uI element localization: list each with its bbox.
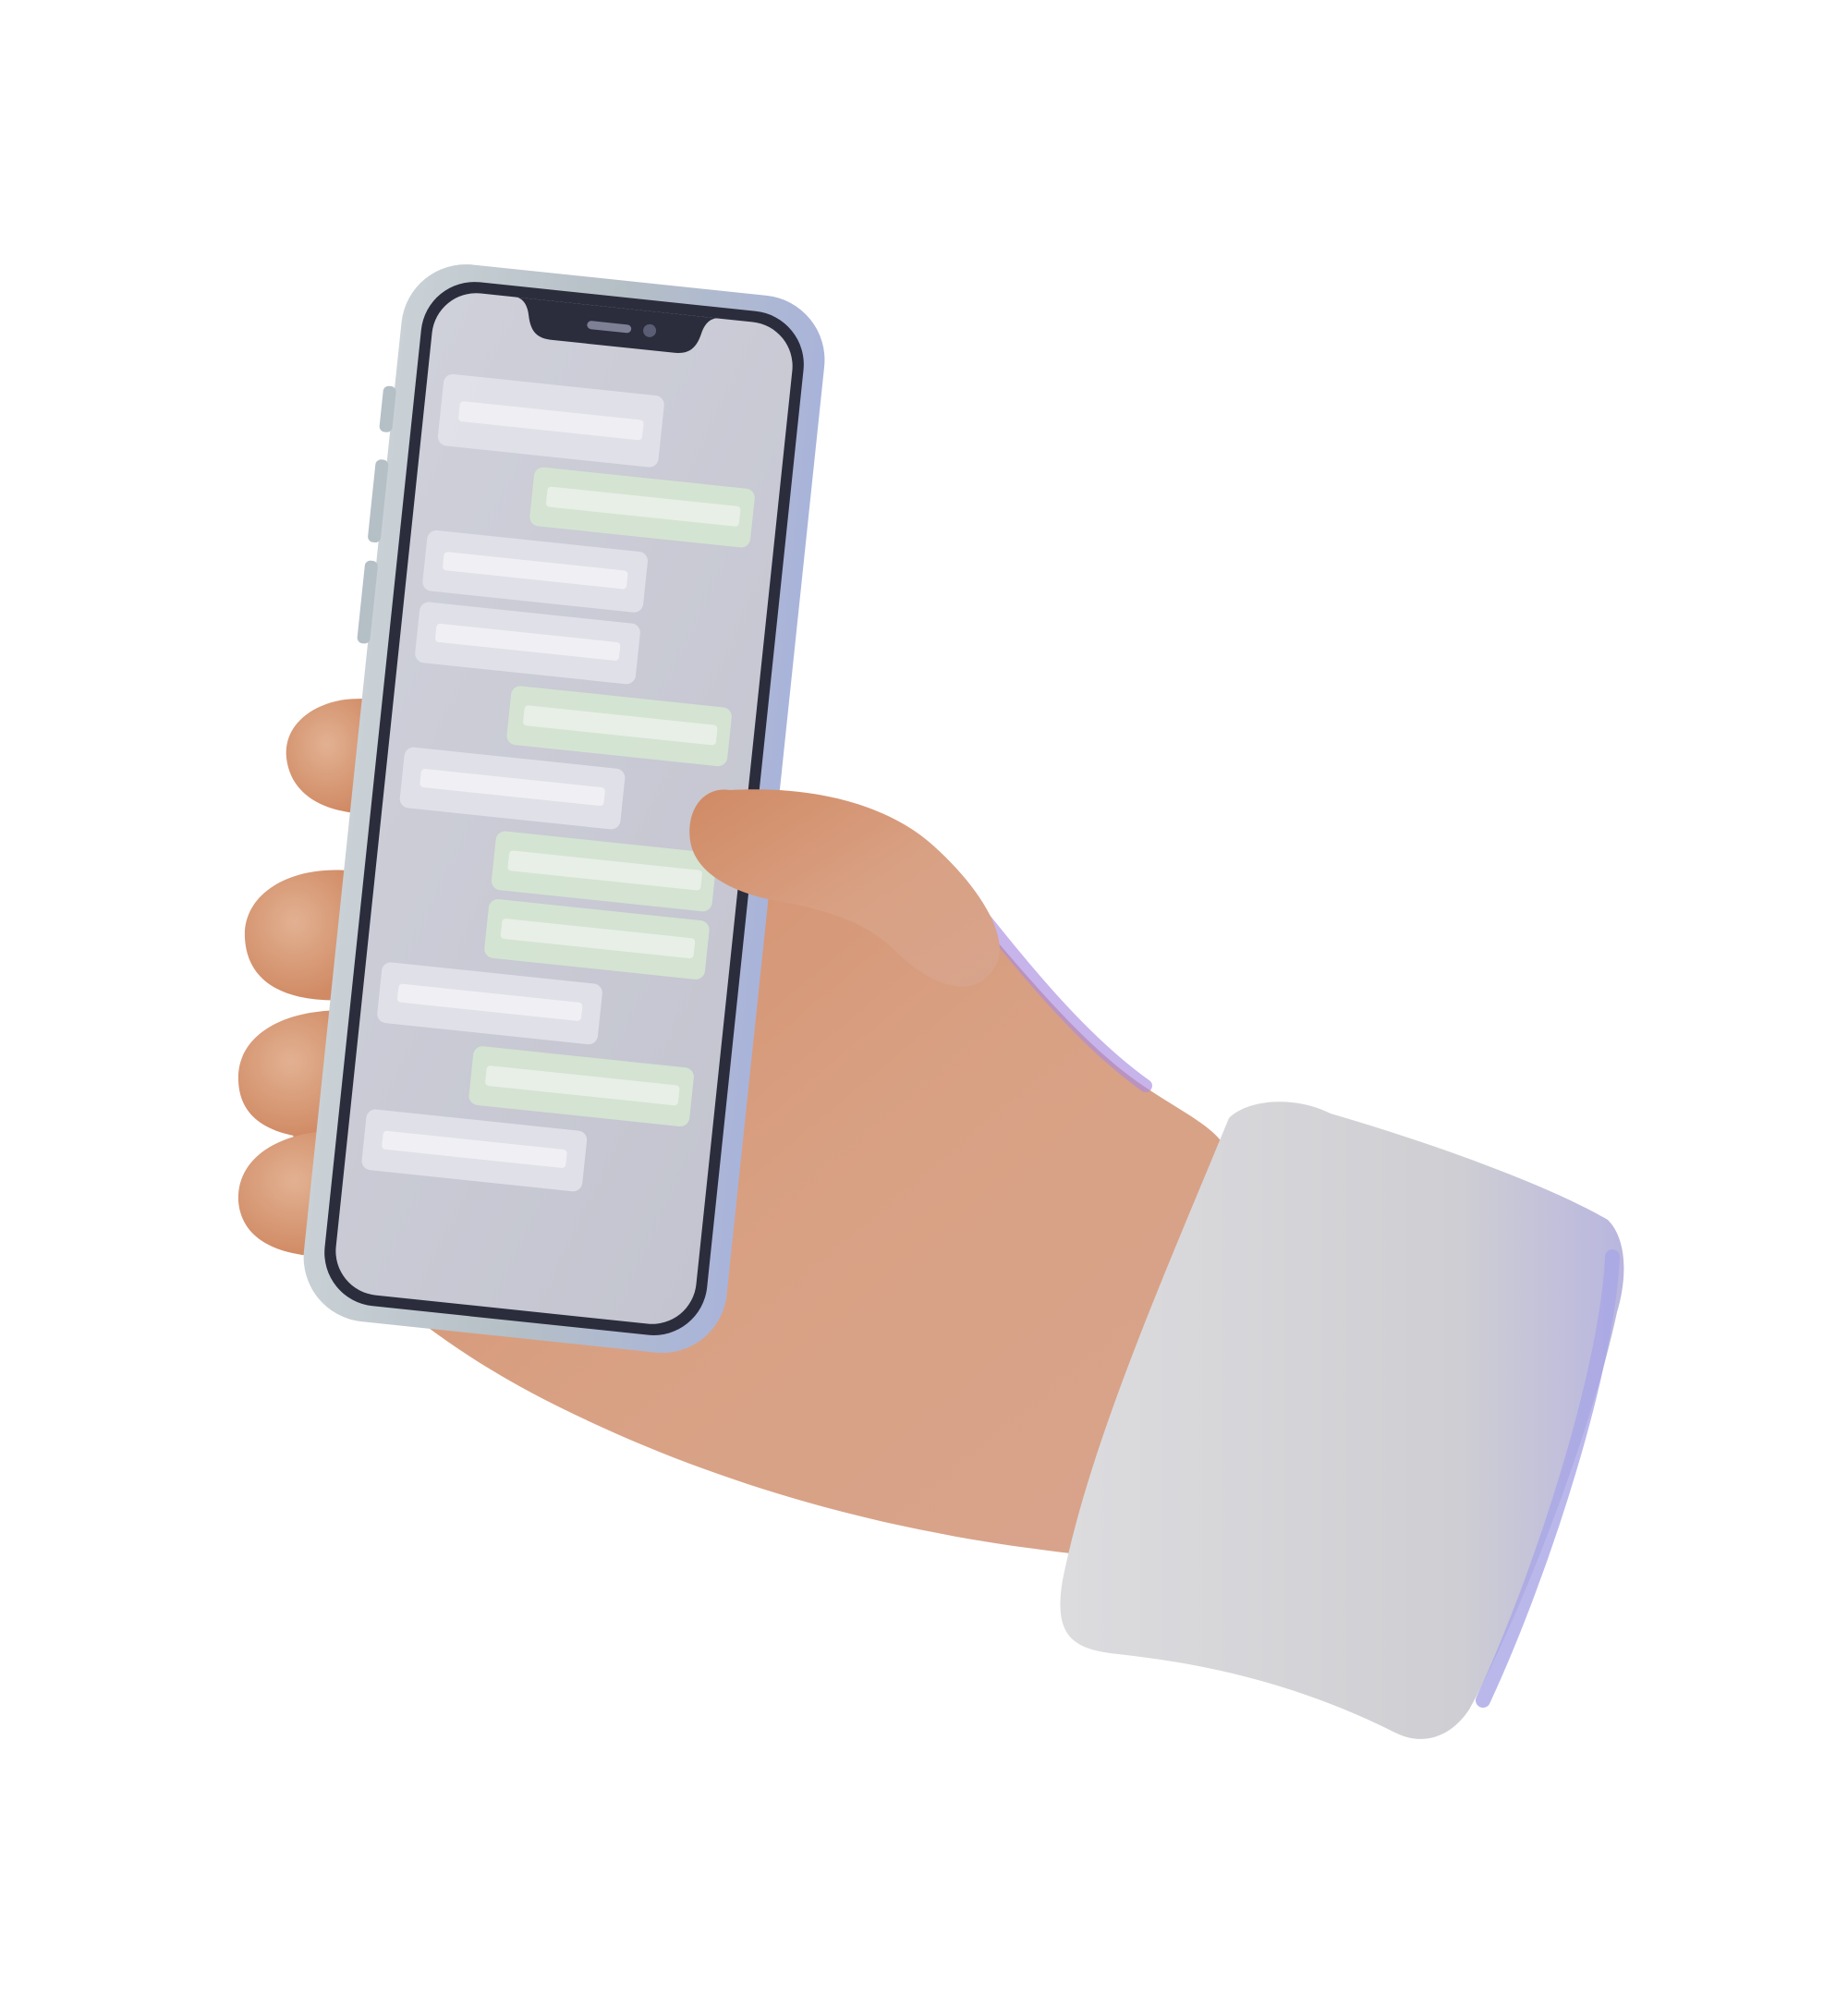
illustration-scene <box>0 0 1848 1996</box>
hand-phone-illustration <box>237 264 1624 1739</box>
